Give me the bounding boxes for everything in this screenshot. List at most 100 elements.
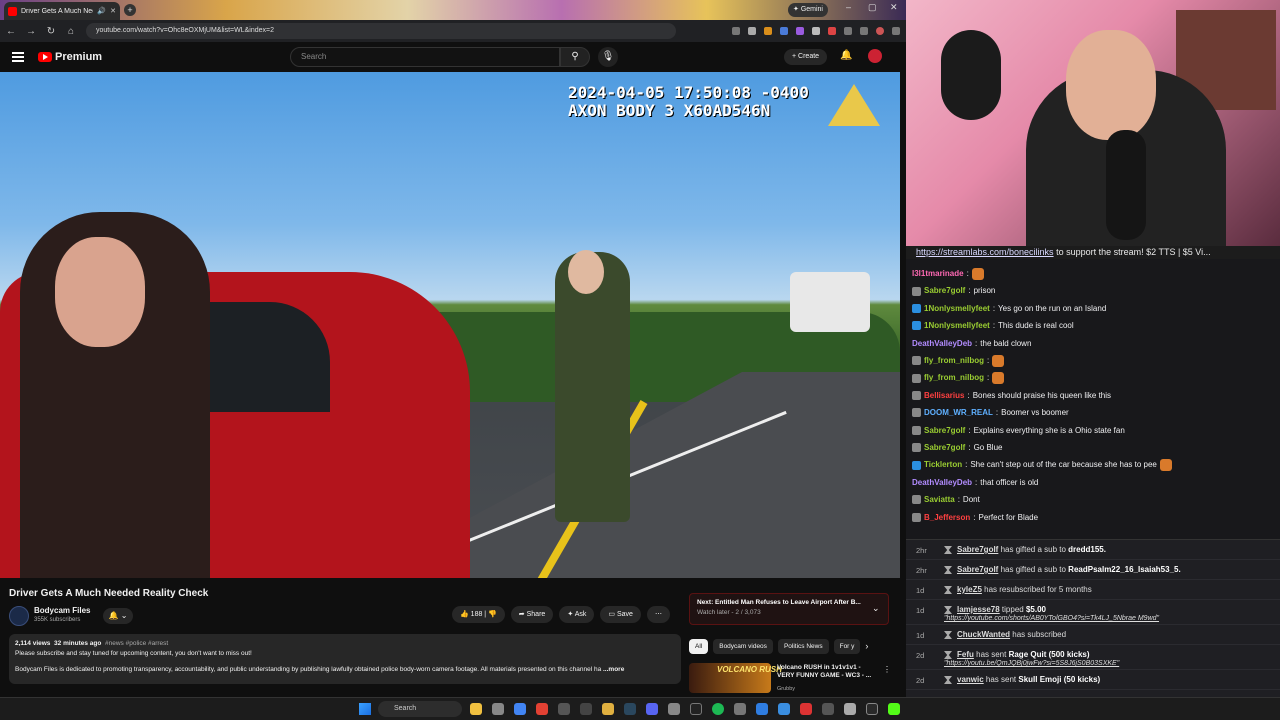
chat-badge-icon[interactable]: [912, 356, 921, 366]
share-button[interactable]: ➦ Share: [510, 606, 554, 623]
youtube-premium-logo[interactable]: Premium: [38, 51, 102, 63]
like-button[interactable]: 👍 188 | 👎: [452, 606, 505, 623]
event-user[interactable]: Sabre7golf: [957, 545, 998, 554]
taskbar-search[interactable]: Search: [378, 701, 462, 717]
windows-start-icon[interactable]: [359, 703, 371, 715]
chip-politics-news[interactable]: Politics News: [777, 639, 829, 654]
account-avatar[interactable]: [868, 49, 882, 63]
extension-icon[interactable]: [796, 27, 804, 35]
notifications-bell-icon[interactable]: 🔔: [840, 50, 852, 61]
chip-for-you[interactable]: For y: [833, 639, 861, 654]
chat-username[interactable]: Saviatta: [924, 491, 955, 508]
event-user[interactable]: ChuckWanted: [957, 630, 1010, 639]
tab-close-icon[interactable]: ✕: [110, 7, 116, 15]
chat-username[interactable]: Ticklerton: [924, 456, 962, 473]
app-icon[interactable]: [778, 703, 790, 715]
more-vert-icon[interactable]: ⋮: [883, 665, 891, 674]
recommended-channel[interactable]: Grubby: [777, 686, 795, 692]
hashtags[interactable]: #news #police #arrest: [105, 640, 168, 647]
recommended-video[interactable]: VOLCANO RUSH Volcano RUSH in 1v1v1v1 - V…: [689, 663, 891, 693]
chips-next-icon[interactable]: ›: [865, 639, 868, 654]
event-user[interactable]: vanwic: [957, 675, 984, 684]
chip-bodycam-videos[interactable]: Bodycam videos: [713, 639, 773, 654]
save-button[interactable]: ▭ Save: [600, 606, 641, 623]
chat-badge-icon[interactable]: [912, 512, 921, 522]
voice-search-icon[interactable]: 🎙: [598, 47, 618, 67]
steam-icon[interactable]: [624, 703, 636, 715]
recommended-title[interactable]: Volcano RUSH in 1v1v1v1 - VERY FUNNY GAM…: [777, 664, 877, 680]
extension-icon[interactable]: [780, 27, 788, 35]
chat-username[interactable]: Sabre7golf: [924, 422, 965, 439]
browser-icon[interactable]: [514, 703, 526, 715]
chat-badge-icon[interactable]: [912, 391, 921, 401]
video-player[interactable]: 2024-04-05 17:50:08 -0400 AXON BODY 3 X6…: [0, 72, 900, 578]
app-icon[interactable]: [668, 703, 680, 715]
chat-badge-icon[interactable]: [912, 304, 921, 314]
chat-username[interactable]: Sabre7golf: [924, 282, 965, 299]
forward-icon[interactable]: →: [26, 26, 36, 37]
task-view-icon[interactable]: [492, 703, 504, 715]
channel-avatar[interactable]: [9, 606, 29, 626]
chat-username[interactable]: DeathValleyDeb: [912, 474, 972, 491]
event-message[interactable]: "https://youtube.com/shorts/AB0YTolGBO4?…: [944, 615, 1159, 622]
chat-username[interactable]: fly_from_nilbog: [924, 369, 984, 386]
chat-badge-icon[interactable]: [912, 425, 921, 435]
create-button[interactable]: + Create: [784, 49, 828, 65]
chat-badge-icon[interactable]: [912, 460, 921, 470]
chat-username[interactable]: B_Jefferson: [924, 509, 970, 526]
chat-username[interactable]: 1Nonlysmellyfeet: [924, 300, 990, 317]
spotify-icon[interactable]: [712, 703, 724, 715]
event-message[interactable]: "https://youtu.be/QmJQBj0jwFw?si=5S8J6jS…: [944, 660, 1119, 667]
app-icon[interactable]: [866, 703, 878, 715]
chat-username[interactable]: DOOM_WR_REAL: [924, 404, 993, 421]
thumbs-down-icon[interactable]: 👎: [488, 611, 497, 618]
event-user[interactable]: kyleZ5: [957, 585, 982, 594]
discord-icon[interactable]: [646, 703, 658, 715]
event-user[interactable]: lamjesse78: [957, 605, 1000, 614]
chat-badge-icon[interactable]: [912, 286, 921, 296]
new-tab-button[interactable]: +: [124, 4, 136, 16]
close-window-icon[interactable]: ✕: [890, 2, 898, 13]
event-user[interactable]: Fefu: [957, 650, 974, 659]
puzzle-icon[interactable]: [844, 27, 852, 35]
maximize-icon[interactable]: ▢: [868, 2, 877, 13]
subscription-bell-button[interactable]: 🔔 ⌄: [103, 608, 133, 624]
gemini-button[interactable]: ✦ Gemini: [788, 3, 828, 17]
ask-button[interactable]: ✦ Ask: [559, 606, 595, 623]
extension-icon[interactable]: [764, 27, 772, 35]
obs-icon[interactable]: [558, 703, 570, 715]
chat-username[interactable]: l3l1tmarinade: [912, 265, 964, 282]
file-explorer-icon[interactable]: [470, 703, 482, 715]
chat-username[interactable]: DeathValleyDeb: [912, 335, 972, 352]
pin-icon[interactable]: [800, 703, 812, 715]
url-field[interactable]: youtube.com/watch?v=Ohc8eOXMjUM&list=WL&…: [86, 23, 676, 39]
bookmark-star-icon[interactable]: [748, 27, 756, 35]
menu-dots-icon[interactable]: [892, 27, 900, 35]
channel-name[interactable]: Bodycam Files: [34, 606, 90, 615]
more-actions-button[interactable]: ⋯: [646, 606, 670, 623]
chip-all[interactable]: All: [689, 639, 709, 654]
kick-icon[interactable]: [888, 703, 900, 715]
sidepanel-icon[interactable]: [860, 27, 868, 35]
chat-username[interactable]: fly_from_nilbog: [924, 352, 984, 369]
app-icon[interactable]: [580, 703, 592, 715]
app-icon[interactable]: [690, 703, 702, 715]
home-icon[interactable]: ⌂: [66, 26, 76, 37]
search-button[interactable]: ⚲: [560, 47, 590, 67]
chat-username[interactable]: Sabre7golf: [924, 439, 965, 456]
minimize-icon[interactable]: –: [846, 2, 851, 12]
extension-icon[interactable]: [828, 27, 836, 35]
chat-badge-icon[interactable]: [912, 373, 921, 383]
reload-icon[interactable]: ↻: [46, 26, 56, 37]
search-input[interactable]: Search: [290, 47, 560, 67]
profile-icon[interactable]: [876, 27, 884, 35]
back-icon[interactable]: ←: [6, 26, 16, 37]
app-icon[interactable]: [734, 703, 746, 715]
tab-audio-icon[interactable]: 🔊: [97, 7, 106, 15]
chat-username[interactable]: 1Nonlysmellyfeet: [924, 317, 990, 334]
chat-badge-icon[interactable]: [912, 495, 921, 505]
expand-chevron-icon[interactable]: ⌄: [872, 603, 880, 614]
chat-badge-icon[interactable]: [912, 321, 921, 331]
chat-username[interactable]: Bellisarius: [924, 387, 964, 404]
app-icon[interactable]: [822, 703, 834, 715]
